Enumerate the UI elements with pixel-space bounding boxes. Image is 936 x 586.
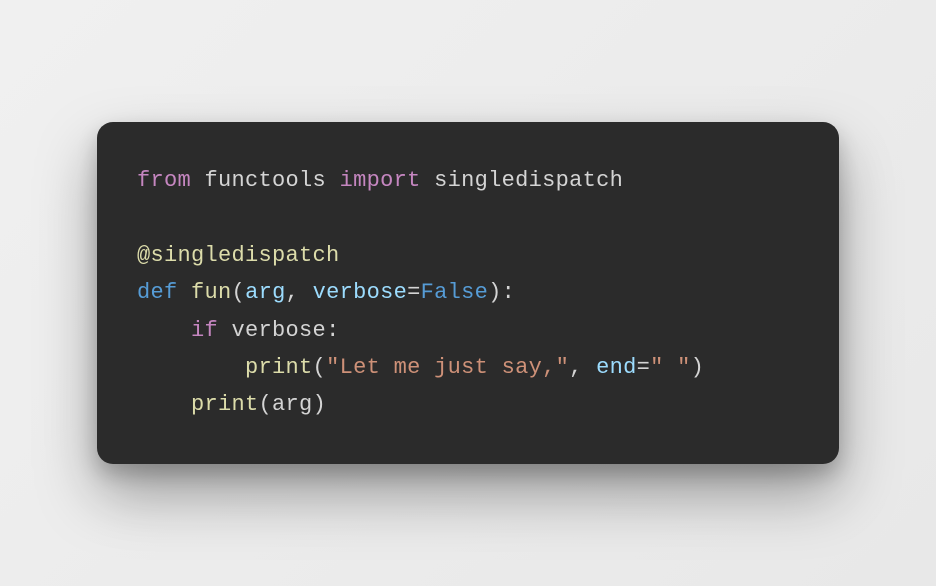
open-paren: ( — [232, 280, 246, 305]
space — [191, 168, 205, 193]
colon: : — [326, 318, 340, 343]
decorator-at: @ — [137, 243, 151, 268]
import-name: singledispatch — [434, 168, 623, 193]
comma: , — [569, 355, 596, 380]
indent — [137, 355, 245, 380]
code-line-4: def fun(arg, verbose=False): — [137, 274, 799, 311]
space — [421, 168, 435, 193]
code-line-1: from functools import singledispatch — [137, 162, 799, 199]
comma: , — [286, 280, 313, 305]
literal-false: False — [421, 280, 489, 305]
function-name: fun — [191, 280, 232, 305]
close-paren-colon: ): — [488, 280, 515, 305]
condition: verbose — [232, 318, 327, 343]
space — [326, 168, 340, 193]
decorator-name: singledispatch — [151, 243, 340, 268]
code-line-6: print("Let me just say,", end=" ") — [137, 349, 799, 386]
close-paren: ) — [691, 355, 705, 380]
param-arg: arg — [245, 280, 286, 305]
string-literal-space: " " — [650, 355, 691, 380]
equals: = — [407, 280, 421, 305]
code-line-3: @singledispatch — [137, 237, 799, 274]
space — [178, 280, 192, 305]
code-block: from functools import singledispatch @si… — [97, 122, 839, 464]
keyword-import: import — [340, 168, 421, 193]
keyword-if: if — [191, 318, 218, 343]
close-paren: ) — [313, 392, 327, 417]
keyword-def: def — [137, 280, 178, 305]
module-name: functools — [205, 168, 327, 193]
code-line-7: print(arg) — [137, 386, 799, 423]
keyword-from: from — [137, 168, 191, 193]
print-call: print — [245, 355, 313, 380]
equals: = — [637, 355, 651, 380]
arg-name: arg — [272, 392, 313, 417]
print-call: print — [191, 392, 259, 417]
open-paren: ( — [259, 392, 273, 417]
string-literal: "Let me just say," — [326, 355, 569, 380]
code-line-5: if verbose: — [137, 312, 799, 349]
indent — [137, 318, 191, 343]
param-verbose: verbose — [313, 280, 408, 305]
space — [218, 318, 232, 343]
indent — [137, 392, 191, 417]
kwarg-end: end — [596, 355, 637, 380]
blank-line — [137, 200, 799, 237]
open-paren: ( — [313, 355, 327, 380]
